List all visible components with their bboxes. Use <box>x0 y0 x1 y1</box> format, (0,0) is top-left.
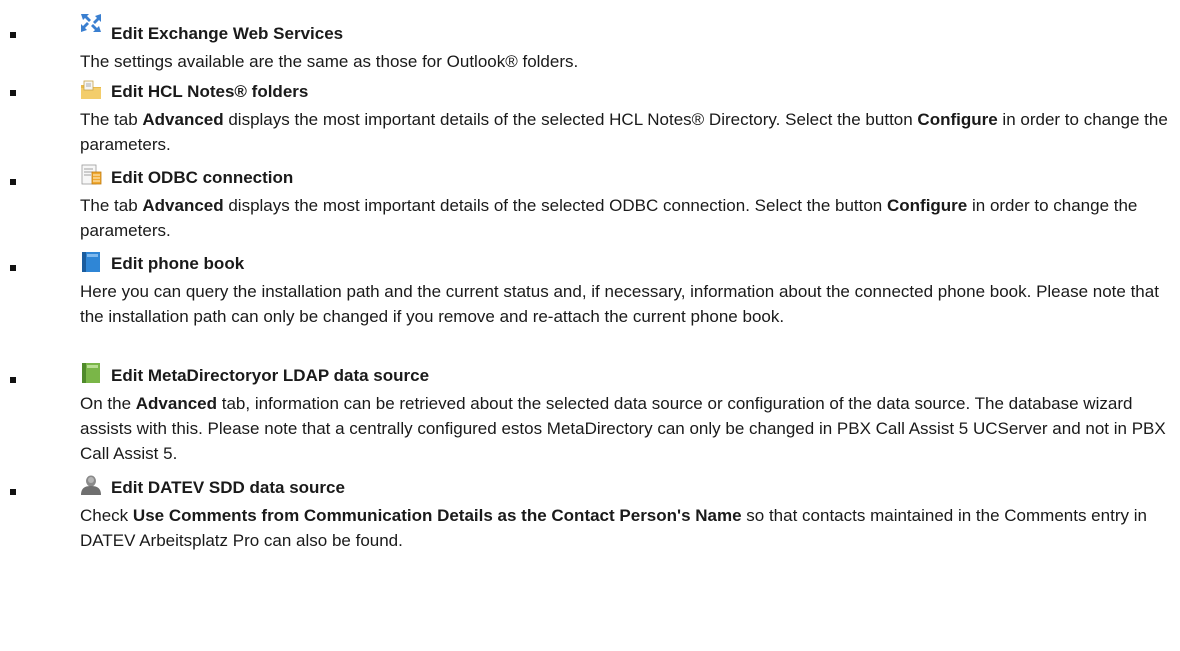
item-description: The settings available are the same as t… <box>80 49 1170 74</box>
desc-text: The settings available are the same as t… <box>80 52 579 71</box>
bullet-marker <box>10 377 16 383</box>
item-description: The tab Advanced displays the most impor… <box>80 107 1170 157</box>
item-description: Check Use Comments from Communication De… <box>80 503 1170 553</box>
desc-text: The tab <box>80 196 143 215</box>
bullet-marker <box>10 489 16 495</box>
desc-bold: Configure <box>917 110 998 129</box>
item-title: Edit DATEV SDD data source <box>111 478 345 497</box>
desc-text: Here you can query the installation path… <box>80 282 1159 326</box>
desc-text: On the <box>80 394 136 413</box>
desc-text: displays the most important details of t… <box>223 110 918 129</box>
phone-book-icon <box>82 252 100 272</box>
desc-bold: Advanced <box>135 394 218 413</box>
exchange-icon <box>81 14 101 32</box>
desc-bold: Advanced <box>142 110 224 129</box>
desc-text: tab, information can be retrieved about … <box>80 394 1166 463</box>
desc-text: displays the most important details of t… <box>223 196 887 215</box>
metadirectory-icon <box>82 363 100 383</box>
item-description: Here you can query the installation path… <box>80 279 1170 329</box>
desc-text: Check <box>80 506 133 525</box>
odbc-icon <box>81 164 102 185</box>
notes-folder-icon <box>81 80 101 99</box>
item-title: Edit phone book <box>111 254 245 273</box>
desc-bold: Advanced <box>142 196 224 215</box>
desc-bold: Configure <box>886 196 968 215</box>
bullet-marker <box>10 265 16 271</box>
item-title: Edit Exchange Web Services <box>111 24 344 43</box>
bullet-marker <box>10 179 16 185</box>
bullet-marker <box>10 90 16 96</box>
item-title: Edit MetaDirectoryor LDAP data source <box>111 366 430 385</box>
datev-person-icon <box>81 475 101 495</box>
item-title: Edit ODBC connection <box>111 168 294 187</box>
item-description: The tab Advanced displays the most impor… <box>80 193 1170 243</box>
desc-text: The tab <box>80 110 143 129</box>
item-title: Edit HCL Notes® folders <box>111 82 309 101</box>
bullet-marker <box>10 32 16 38</box>
item-description: On the Advanced tab, information can be … <box>80 391 1170 466</box>
desc-bold: Use Comments from Communication Details … <box>132 506 742 525</box>
